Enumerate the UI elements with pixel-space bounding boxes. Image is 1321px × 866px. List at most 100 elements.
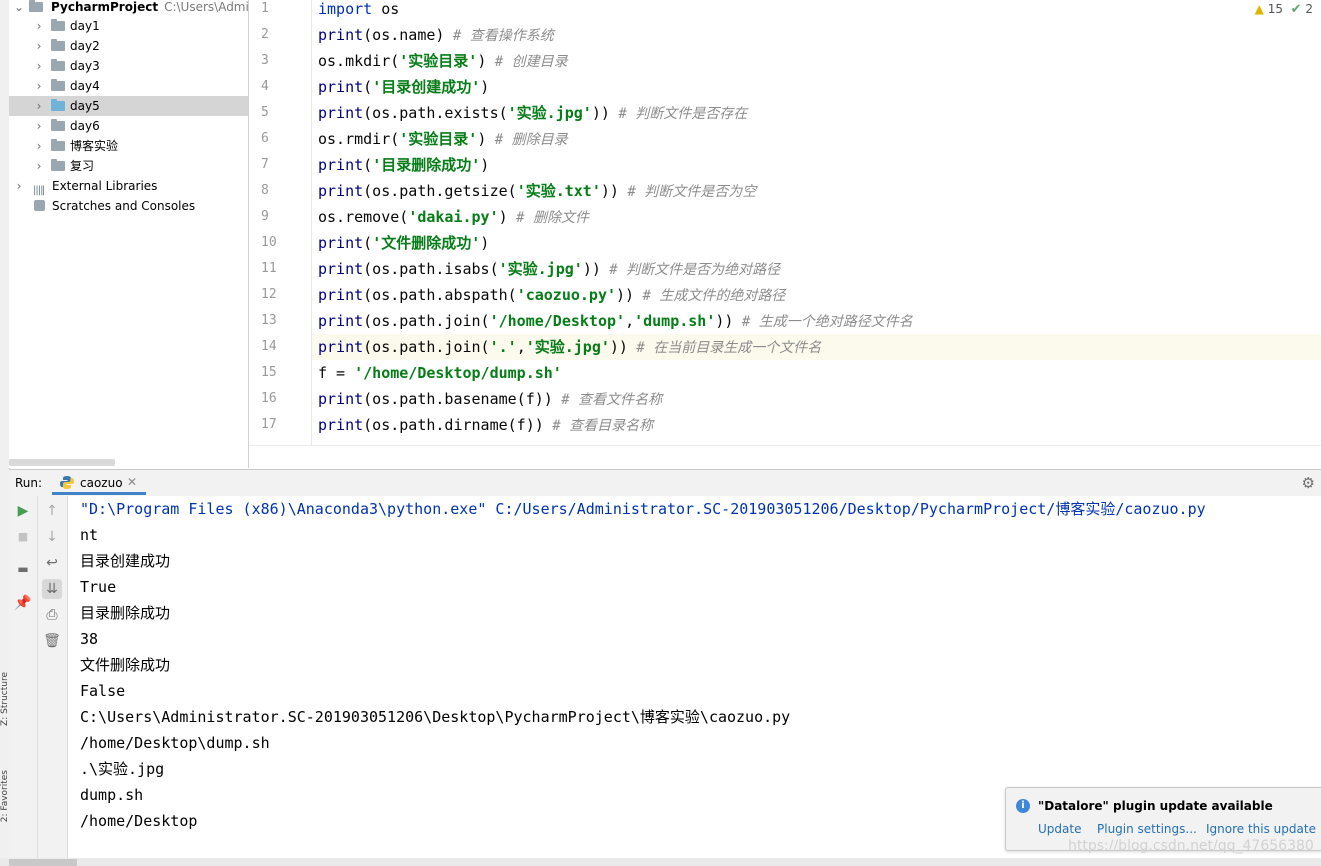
code-token: )) <box>609 338 628 356</box>
chevron-right-icon[interactable]: › <box>33 56 45 76</box>
code-line[interactable]: print(os.path.getsize('实验.txt')) # 判断文件是… <box>318 182 756 208</box>
code-line[interactable]: print(os.path.dirname(f)) # 查看目录名称 <box>318 416 653 442</box>
code-line[interactable]: print(os.path.basename(f)) # 查看文件名称 <box>318 390 662 416</box>
folder-icon <box>51 99 65 111</box>
line-number: 9 <box>261 209 269 224</box>
code-token: (os.path.dirname(f)) <box>363 416 544 434</box>
project-root-name: PycharmProject <box>51 0 159 14</box>
console-output-line: dump.sh <box>80 786 144 804</box>
gear-icon[interactable]: ⚙ <box>1302 474 1315 492</box>
code-editor[interactable]: 1 2 3 4 5 6 7 8 9 10 11 12 13 14 15 16 17 ▲ 15 ✔ 2 impor… <box>249 0 1321 445</box>
chevron-right-icon[interactable]: › <box>33 116 45 136</box>
update-link[interactable]: Update <box>1038 822 1081 836</box>
project-root[interactable]: ⌄ PycharmProject C:\Users\Admini <box>9 0 248 17</box>
warning-icon: ▲ <box>1254 2 1264 16</box>
trash-icon[interactable]: 🗑 <box>42 631 62 651</box>
close-icon[interactable]: ✕ <box>127 475 137 489</box>
chevron-right-icon[interactable]: › <box>33 36 45 56</box>
code-token: print <box>318 104 364 122</box>
code-line[interactable]: print(os.path.isabs('实验.jpg')) # 判断文件是否为… <box>318 260 780 286</box>
scroll-to-end-icon[interactable]: ⇊ <box>42 579 62 599</box>
run-tab-caozuo[interactable]: caozuo ✕ <box>52 470 146 495</box>
code-token: )) <box>591 104 610 122</box>
pin-icon[interactable]: 📌 <box>13 593 33 613</box>
rerun-icon[interactable]: ▶ <box>13 501 33 521</box>
plugin-settings-link[interactable]: Plugin settings... <box>1097 822 1197 836</box>
code-token: # 删除文件 <box>507 210 589 226</box>
folder-icon <box>51 139 65 151</box>
arrow-down-icon[interactable]: ↓ <box>42 527 62 547</box>
external-libraries[interactable]: › |||‖ External Libraries <box>9 176 248 196</box>
code-token: print <box>318 390 364 408</box>
console-output-line: 目录创建成功 <box>80 552 171 570</box>
code-token: 'caozuo.py' <box>516 286 617 304</box>
code-line[interactable]: print(os.path.abspath('caozuo.py')) # 生成… <box>318 286 785 312</box>
project-tree-item[interactable]: › 博客实验 <box>9 136 248 156</box>
code-line[interactable]: print(os.path.exists('实验.jpg')) # 判断文件是否… <box>318 104 747 130</box>
code-token: print <box>318 26 364 44</box>
ok-count: 2 <box>1305 2 1313 16</box>
chevron-right-icon[interactable]: › <box>33 96 45 116</box>
console-horizontal-scrollbar[interactable] <box>9 859 77 866</box>
code-line[interactable]: print(os.path.join('.','实验.jpg')) # 在当前目… <box>318 338 821 364</box>
code-token: (os.path.join( <box>363 338 490 356</box>
line-number: 15 <box>261 365 277 380</box>
chevron-right-icon[interactable]: › <box>33 136 45 156</box>
folder-icon <box>51 119 65 131</box>
line-number: 10 <box>261 235 277 250</box>
line-number: 5 <box>261 105 269 120</box>
soft-wrap-icon[interactable]: ↩ <box>42 553 62 573</box>
chevron-right-icon[interactable]: › <box>33 156 45 176</box>
restore-layout-icon[interactable]: ▬ <box>13 559 33 579</box>
code-line[interactable]: os.rmdir('实验目录') # 删除目录 <box>318 130 568 156</box>
code-line[interactable]: print(os.name) # 查看操作系统 <box>318 26 554 52</box>
project-tree-item[interactable]: › day6 <box>9 116 248 136</box>
line-number: 14 <box>261 339 277 354</box>
print-icon[interactable]: ⎙ <box>42 605 62 625</box>
code-token: print <box>318 234 364 252</box>
arrow-up-icon[interactable]: ↑ <box>42 501 62 521</box>
code-token: # 查看文件名称 <box>552 392 663 408</box>
chevron-right-icon[interactable]: › <box>33 76 45 96</box>
folder-icon <box>51 59 65 71</box>
code-token: (os.path.basename(f)) <box>363 390 553 408</box>
line-number: 16 <box>261 391 277 406</box>
scratches-and-consoles[interactable]: Scratches and Consoles <box>9 196 248 216</box>
project-root-path: C:\Users\Admini <box>164 0 249 14</box>
code-line[interactable]: print('目录创建成功') <box>318 78 489 104</box>
project-tree-item[interactable]: › day1 <box>9 16 248 36</box>
project-tree-item-label: day6 <box>70 119 100 133</box>
code-line[interactable]: print('文件删除成功') <box>318 234 489 260</box>
line-number: 8 <box>261 183 269 198</box>
ignore-update-link[interactable]: Ignore this update <box>1206 822 1316 836</box>
project-tree-item[interactable]: › day5 <box>9 96 248 116</box>
notification-title: "Datalore" plugin update available <box>1038 799 1273 813</box>
code-line[interactable]: os.mkdir('实验目录') # 创建目录 <box>318 52 568 78</box>
project-tree-item[interactable]: › 复习 <box>9 156 248 176</box>
chevron-right-icon[interactable]: › <box>13 176 25 196</box>
console-output-line: True <box>80 578 117 596</box>
project-horizontal-scrollbar[interactable] <box>9 459 115 466</box>
project-tree-item[interactable]: › day2 <box>9 36 248 56</box>
line-number: 11 <box>261 261 277 276</box>
inspections-widget[interactable]: ▲ 15 ✔ 2 <box>1255 0 1313 18</box>
project-tree-item-label: day5 <box>70 99 100 113</box>
code-line[interactable]: import os <box>318 0 399 26</box>
chevron-down-icon[interactable]: ⌄ <box>13 0 25 17</box>
code-line[interactable]: print(os.path.join('/home/Desktop','dump… <box>318 312 913 338</box>
chevron-right-icon[interactable]: › <box>33 16 45 36</box>
code-line[interactable]: os.remove('dakai.py') # 删除文件 <box>318 208 589 234</box>
code-token: # 判断文件是否为绝对路径 <box>600 262 781 278</box>
folder-icon <box>29 0 43 12</box>
code-line[interactable]: f = '/home/Desktop/dump.sh' <box>318 364 562 390</box>
code-line[interactable]: print('目录删除成功') <box>318 156 489 182</box>
code-token: print <box>318 78 364 96</box>
stop-icon[interactable]: ■ <box>13 527 33 547</box>
console-output-line: .\实验.jpg <box>80 760 165 778</box>
code-token: ) <box>480 234 490 252</box>
project-tree-item[interactable]: › day3 <box>9 56 248 76</box>
code-token: '实验.txt' <box>516 182 601 200</box>
code-token: # 创建目录 <box>486 54 568 70</box>
project-tree-item[interactable]: › day4 <box>9 76 248 96</box>
code-token: '/home/Desktop/dump.sh' <box>354 364 562 382</box>
